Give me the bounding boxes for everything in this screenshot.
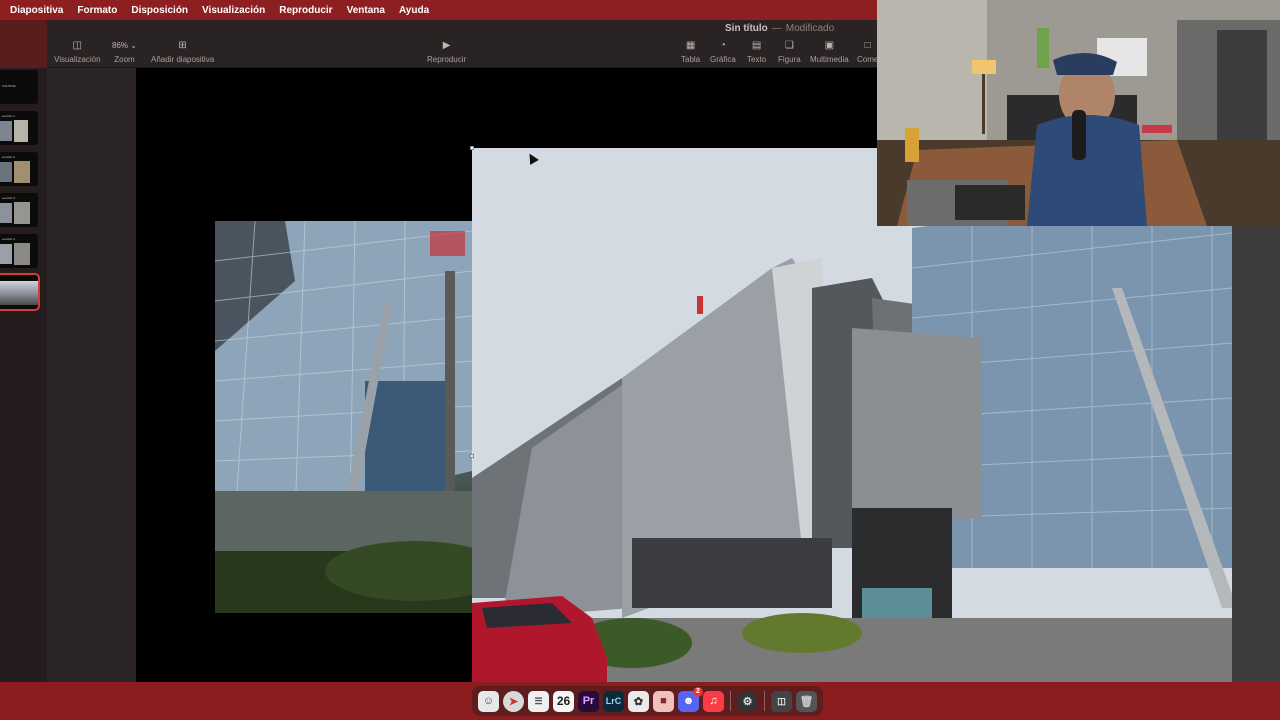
thumbnail-image: [0, 281, 38, 305]
table-button[interactable]: ▦ Tabla: [681, 38, 701, 65]
discord-icon[interactable]: ☻ 2: [678, 686, 703, 712]
keynote-icon[interactable]: ■: [653, 690, 674, 712]
play-button[interactable]: ▶ Reproducir: [427, 38, 467, 65]
screen: Diapositiva Formato Disposición Visualiz…: [0, 0, 1280, 720]
building-photo-right[interactable]: [472, 148, 1232, 682]
media-button[interactable]: ▣ Multimedia: [810, 38, 849, 65]
slide-thumbnail-6[interactable]: [0, 273, 40, 311]
shape-label: Figura: [778, 55, 801, 64]
play-label: Reproducir: [427, 55, 467, 64]
comment-button[interactable]: □ Come: [857, 38, 879, 65]
music-icon[interactable]: ♫: [703, 690, 724, 712]
text-button[interactable]: ▤ Texto: [747, 38, 767, 65]
selection-handle[interactable]: [470, 146, 474, 150]
table-icon: ▦: [685, 39, 696, 51]
document-title: Sin título — Modificado: [725, 23, 834, 34]
add-slide-button[interactable]: ⊞ Añadir diapositiva: [151, 38, 215, 65]
building-photo-left-art: [215, 221, 472, 613]
building-photo-right-art: [472, 148, 1232, 682]
thumbnail-image: [14, 202, 30, 224]
menu-view[interactable]: Visualización: [202, 5, 265, 16]
slide-thumbnail-4[interactable]: Lección 3: [0, 193, 38, 227]
dock-separator: [764, 691, 765, 711]
lightroom-label: LrC: [605, 696, 622, 706]
add-slide-icon: ⊞: [178, 39, 187, 51]
chart-label: Gráfica: [710, 55, 736, 64]
image-icon: ▣: [824, 39, 835, 51]
zoom-button[interactable]: 86% ⌄ Zoom: [112, 38, 137, 65]
media-label: Multimedia: [810, 55, 849, 64]
slide-thumbnail-5[interactable]: Lección 4: [0, 234, 38, 268]
shape-icon: ❏: [784, 39, 794, 51]
document-name: Sin título: [725, 23, 768, 34]
thumbnail-image: [0, 203, 12, 223]
chevron-down-icon: ⌄: [130, 40, 137, 50]
view-label: Visualización: [54, 55, 101, 64]
text-label: Texto: [747, 55, 767, 64]
add-slide-label: Añadir diapositiva: [151, 55, 215, 64]
webcam-overlay: [877, 0, 1280, 226]
calendar-icon[interactable]: 26: [553, 690, 574, 712]
lightroom-icon[interactable]: LrC: [603, 690, 624, 712]
slide-thumbnail-title: COUTING: [2, 84, 16, 88]
photos-icon[interactable]: ✿: [628, 690, 649, 712]
slide-thumbnail-title: Lección 2: [2, 155, 15, 159]
menu-help[interactable]: Ayuda: [399, 5, 429, 16]
thumbnail-image: [0, 121, 12, 141]
sidebar-icon: ◫: [72, 39, 82, 51]
downloads-icon[interactable]: ◫: [771, 690, 792, 712]
play-icon: ▶: [442, 39, 451, 51]
dock-separator: [730, 691, 731, 711]
chart-icon: ◔: [719, 39, 726, 51]
building-photo-left[interactable]: [215, 221, 472, 613]
chart-button[interactable]: ◔ Gráfica: [710, 38, 736, 65]
slide-thumbnail-2[interactable]: Lección 1: [0, 111, 38, 145]
thumbnail-image: [14, 120, 28, 142]
webcam-scene: [877, 0, 1280, 226]
thumbnail-image: [14, 243, 30, 265]
zoom-percent: 86%: [112, 40, 129, 50]
menu-play[interactable]: Reproducir: [279, 5, 332, 16]
dock: ☺ ➤ ☰ 26 Pr LrC ✿ ■ ☻ 2 ♫ ⚙ ◫ 🗑: [472, 686, 823, 716]
comment-icon: □: [864, 39, 871, 51]
table-label: Tabla: [681, 55, 701, 64]
slide-thumbnail-title: Lección 4: [2, 237, 15, 241]
menu-arrange[interactable]: Disposición: [131, 5, 188, 16]
thumbnail-image: [14, 161, 30, 183]
menu-format[interactable]: Formato: [77, 5, 117, 16]
slide-thumbnail-1[interactable]: COUTING: [0, 70, 38, 104]
calendar-day: 26: [556, 694, 571, 708]
document-status: Modificado: [785, 23, 835, 34]
notes-icon[interactable]: ☰: [528, 690, 549, 712]
notification-badge: 2: [693, 686, 703, 697]
trash-icon[interactable]: 🗑: [796, 690, 817, 712]
title-separator: —: [771, 23, 782, 34]
view-button[interactable]: ◫ Visualización: [54, 38, 101, 65]
slide-thumbnail-3[interactable]: Lección 2: [0, 152, 38, 186]
zoom-label: Zoom: [114, 55, 135, 64]
slide-thumbnail-title: Lección 3: [2, 196, 15, 200]
comment-label: Come: [857, 55, 879, 64]
thumbnail-image: [0, 162, 12, 182]
shape-button[interactable]: ❏ Figura: [778, 38, 801, 65]
selection-handle[interactable]: [470, 454, 474, 458]
zoom-value: 86% ⌄: [112, 38, 137, 52]
slide-navigator: COUTING Lección 1 Lección 2 Lección 3 Le…: [0, 68, 47, 682]
premiere-icon[interactable]: Pr: [578, 690, 599, 712]
photo-right-edge: [1232, 226, 1280, 682]
thumbnail-image: [0, 244, 12, 264]
finder-icon[interactable]: ☺: [478, 690, 499, 712]
safari-icon[interactable]: ➤: [503, 690, 524, 712]
slide-thumbnail-title: Lección 1: [2, 114, 15, 118]
text-icon: ▤: [751, 39, 762, 51]
menu-window[interactable]: Ventana: [347, 5, 385, 16]
menu-slide[interactable]: Diapositiva: [10, 5, 63, 16]
system-settings-icon[interactable]: ⚙: [737, 690, 758, 712]
premiere-label: Pr: [582, 695, 595, 707]
toolbar: Sin título — Modificado ◫ Visualización 86…: [47, 20, 879, 68]
